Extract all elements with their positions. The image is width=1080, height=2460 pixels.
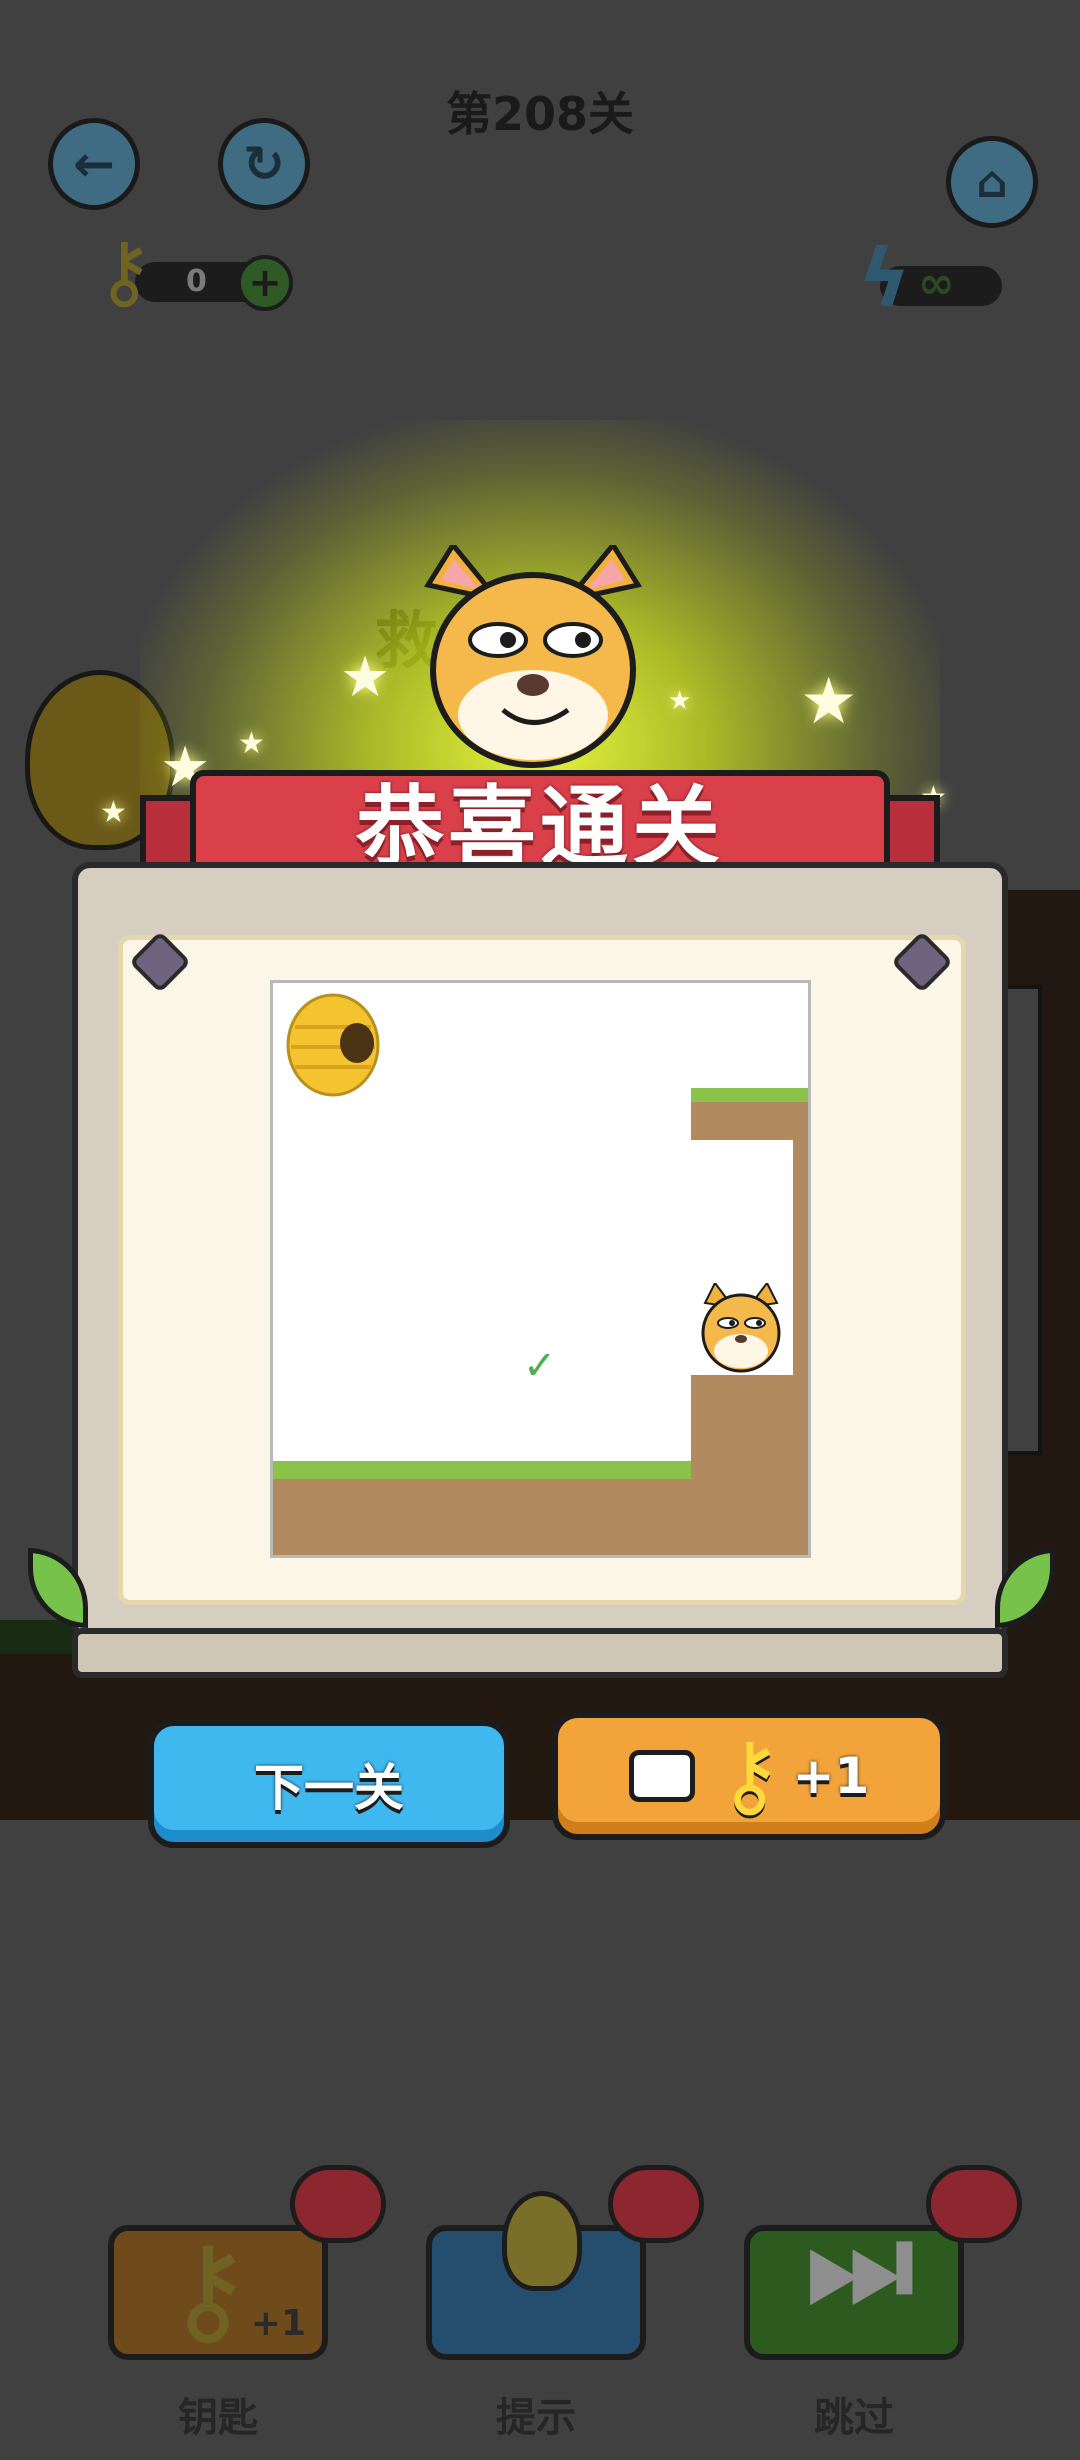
shiba-dog-icon (423, 545, 643, 768)
lightbulb-icon (502, 2191, 582, 2291)
check-icon: ✓ (523, 1343, 557, 1389)
hint-tool-label: 提示 (496, 2395, 576, 2441)
watch-ad-key-button[interactable]: ⚷ +1 (552, 1712, 946, 1840)
star-icon: ★ (668, 686, 692, 716)
video-camera-icon (926, 2165, 1022, 2243)
infinity-icon: ∞ (918, 258, 955, 309)
shiba-dog-icon (701, 1283, 781, 1373)
skip-tool-label: 跳过 (814, 2395, 894, 2441)
key-tool-button[interactable]: ⚷ +1 (108, 2221, 328, 2360)
level-preview: ✓ (270, 980, 811, 1558)
video-camera-icon (628, 1750, 695, 1802)
hint-tool-button[interactable] (426, 2191, 646, 2360)
preview-ledge-grass (691, 1088, 808, 1102)
beehive-icon (286, 993, 380, 1097)
key-icon: ⚷ (716, 1723, 783, 1828)
preview-wall (793, 1140, 808, 1375)
star-icon: ★ (800, 665, 858, 739)
skip-forward-icon: ⏭ (806, 2196, 914, 2335)
next-level-label: 下一关 (254, 1759, 404, 1817)
skip-tool-button[interactable]: ⏭ (744, 2196, 964, 2360)
video-camera-icon (608, 2165, 704, 2243)
level-title: 第208关 (445, 87, 635, 141)
key-icon: ⚷ (95, 225, 154, 318)
home-icon: ⌂ (976, 156, 1008, 208)
home-button[interactable]: ⌂ (946, 136, 1038, 228)
star-icon: ★ (340, 645, 391, 710)
key-tool-label: 钥匙 (178, 2395, 258, 2441)
next-level-button[interactable]: 下一关 (148, 1720, 510, 1848)
lightning-icon: ϟ (858, 232, 911, 325)
video-camera-icon (290, 2165, 386, 2243)
key-reward-label: +1 (792, 1747, 870, 1805)
restart-button[interactable]: ↻ (218, 118, 310, 210)
key-tool-badge: +1 (250, 2303, 306, 2344)
restart-icon: ↻ (243, 135, 285, 193)
result-panel-base (72, 1628, 1008, 1678)
star-icon: ★ (238, 726, 265, 761)
back-button[interactable]: ← (48, 118, 140, 210)
preview-step (691, 1375, 808, 1555)
key-icon: ⚷ (164, 2221, 252, 2360)
key-count: 0 (186, 264, 207, 299)
back-arrow-icon: ← (73, 135, 115, 193)
plus-icon: + (248, 260, 282, 306)
add-keys-button[interactable]: + (237, 255, 293, 311)
